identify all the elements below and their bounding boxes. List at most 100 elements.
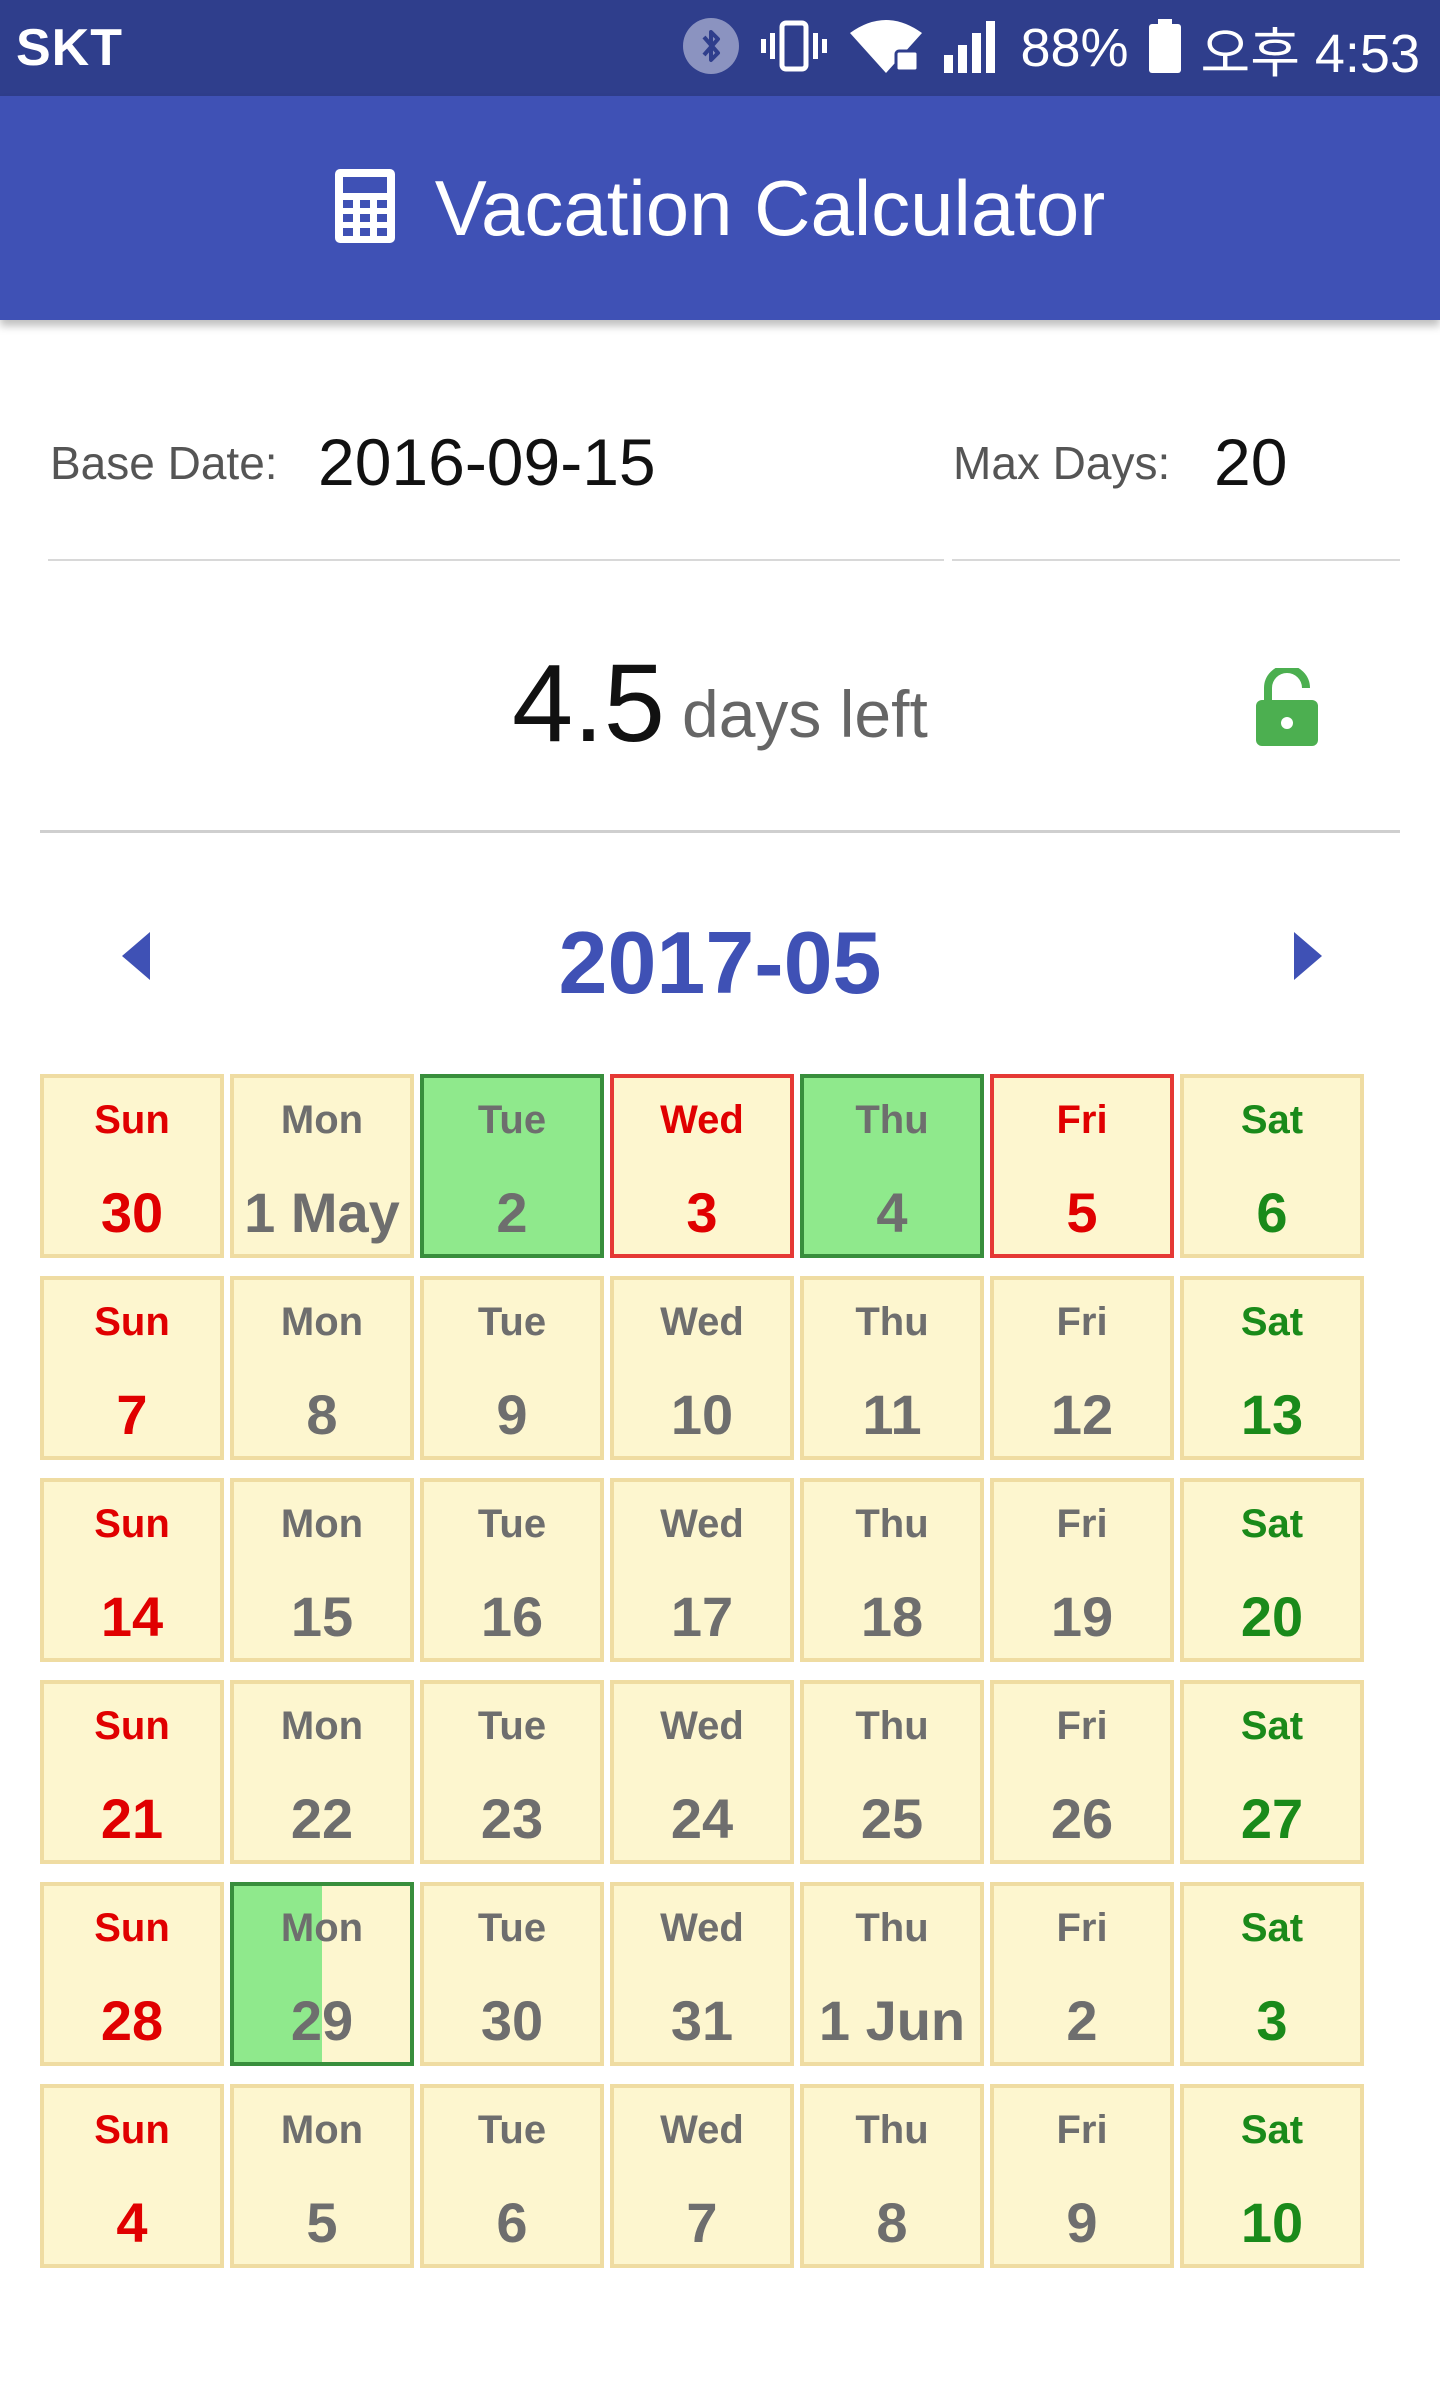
max-days-underline [952, 559, 1400, 561]
calendar-day[interactable]: Sun 30 [40, 1074, 224, 1258]
calendar-day[interactable]: Mon 8 [230, 1276, 414, 1460]
calendar-day[interactable]: Tue 16 [420, 1478, 604, 1662]
calendar-day[interactable]: Fri 9 [990, 2084, 1174, 2268]
month-title: 2017-05 [558, 913, 882, 1012]
day-of-week-label: Wed [660, 1300, 744, 1344]
signal-icon [942, 17, 1002, 80]
calendar-day[interactable]: Sat 20 [1180, 1478, 1364, 1662]
day-of-week-label: Wed [660, 2108, 744, 2152]
day-number: 8 [306, 1383, 338, 1446]
calendar-day[interactable]: Sun 4 [40, 2084, 224, 2268]
day-number: 1 Jun [818, 1989, 966, 2052]
day-number: 20 [1240, 1585, 1304, 1648]
calendar-day[interactable]: Sun 7 [40, 1276, 224, 1460]
next-month-button[interactable] [1276, 926, 1336, 986]
day-of-week-label: Tue [477, 1906, 547, 1950]
day-number: 13 [1240, 1383, 1304, 1446]
day-of-week-label: Thu [855, 1906, 929, 1950]
day-of-week-label: Sun [94, 2108, 170, 2152]
status-bar: SKT 88% 오후 4:53 [0, 0, 1440, 96]
calendar-day[interactable]: Thu 8 [800, 2084, 984, 2268]
day-number: 25 [860, 1787, 924, 1850]
app-bar: Vacation Calculator [0, 96, 1440, 320]
calendar-day[interactable]: Tue 23 [420, 1680, 604, 1864]
max-days-field[interactable]: 20 [1214, 424, 1287, 500]
calendar-day[interactable]: Tue 9 [420, 1276, 604, 1460]
day-of-week-label: Sun [94, 1906, 170, 1950]
calendar-day[interactable]: Fri 2 [990, 1882, 1174, 2066]
day-of-week-label: Fri [1056, 2108, 1108, 2152]
days-left-value: 4.5 [512, 642, 665, 765]
calendar-day[interactable]: Sat 13 [1180, 1276, 1364, 1460]
calendar-day[interactable]: Tue 2 [420, 1074, 604, 1258]
calendar-day[interactable]: Tue 6 [420, 2084, 604, 2268]
calendar-day[interactable]: Sat 10 [1180, 2084, 1364, 2268]
calendar-day[interactable]: Wed 10 [610, 1276, 794, 1460]
calendar-day[interactable]: Mon 5 [230, 2084, 414, 2268]
calendar-day[interactable]: Thu 11 [800, 1276, 984, 1460]
calendar-day[interactable]: Sat 3 [1180, 1882, 1364, 2066]
day-of-week-label: Fri [1056, 1906, 1108, 1950]
day-of-week-label: Mon [280, 1502, 364, 1546]
day-of-week-label: Mon [280, 1300, 364, 1344]
calendar-day[interactable]: Wed 31 [610, 1882, 794, 2066]
day-number: 18 [860, 1585, 924, 1648]
day-of-week-label: Fri [1056, 1098, 1108, 1142]
day-number: 3 [1256, 1989, 1288, 2052]
calendar-day[interactable]: Sun 14 [40, 1478, 224, 1662]
calendar-week: Sun 21 Mon 22 Tue 23 Wed 24 Thu 25 Fri 26 Sat 27 [40, 1680, 1400, 1864]
battery-icon [1147, 17, 1183, 80]
day-of-week-label: Sun [94, 1098, 170, 1142]
day-number: 5 [1066, 1181, 1098, 1244]
day-number: 7 [686, 2191, 718, 2254]
day-of-week-label: Tue [477, 2108, 547, 2152]
calendar-day[interactable]: Mon 15 [230, 1478, 414, 1662]
day-of-week-label: Sat [1240, 1300, 1304, 1344]
calendar-week: Sun 4 Mon 5 Tue 6 Wed 7 Thu 8 Fri 9 Sat 10 [40, 2084, 1400, 2268]
calendar-day[interactable]: Sun 28 [40, 1882, 224, 2066]
calendar-day[interactable]: Fri 5 [990, 1074, 1174, 1258]
day-number: 16 [480, 1585, 544, 1648]
calendar-day[interactable]: Wed 24 [610, 1680, 794, 1864]
calendar-day[interactable]: Fri 26 [990, 1680, 1174, 1864]
unlock-icon[interactable] [1254, 665, 1320, 753]
calendar-day[interactable]: Wed 17 [610, 1478, 794, 1662]
day-number: 15 [290, 1585, 354, 1648]
calendar-day[interactable]: Mon 1 May [230, 1074, 414, 1258]
day-of-week-label: Sat [1240, 1502, 1304, 1546]
day-number: 2 [496, 1181, 528, 1244]
calendar-day[interactable]: Wed 3 [610, 1074, 794, 1258]
day-of-week-label: Thu [855, 1704, 929, 1748]
day-of-week-label: Sat [1240, 1704, 1304, 1748]
calendar-day[interactable]: Wed 7 [610, 2084, 794, 2268]
calculator-icon [334, 168, 395, 248]
day-of-week-label: Fri [1056, 1300, 1108, 1344]
calendar-day[interactable]: Tue 30 [420, 1882, 604, 2066]
day-number: 22 [290, 1787, 354, 1850]
day-number: 6 [496, 2191, 528, 2254]
calendar-day[interactable]: Sat 6 [1180, 1074, 1364, 1258]
calendar-day[interactable]: Fri 19 [990, 1478, 1174, 1662]
day-of-week-label: Wed [660, 1906, 744, 1950]
calendar-day[interactable]: Thu 1 Jun [800, 1882, 984, 2066]
day-number: 31 [670, 1989, 734, 2052]
day-number: 6 [1256, 1181, 1288, 1244]
calendar-day[interactable]: Thu 25 [800, 1680, 984, 1864]
clock: 오후 4:53 [1200, 23, 1420, 84]
day-number: 11 [862, 1383, 922, 1446]
bluetooth-icon [682, 17, 740, 80]
day-of-week-label: Sat [1240, 1906, 1304, 1950]
calendar-day[interactable]: Fri 12 [990, 1276, 1174, 1460]
day-of-week-label: Sat [1240, 2108, 1304, 2152]
day-of-week-label: Thu [855, 2108, 929, 2152]
calendar-day[interactable]: Mon 29 [230, 1882, 414, 2066]
base-date-field[interactable]: 2016-09-15 [318, 424, 656, 500]
day-number: 30 [100, 1181, 164, 1244]
calendar-day[interactable]: Sun 21 [40, 1680, 224, 1864]
calendar-day[interactable]: Sat 27 [1180, 1680, 1364, 1864]
calendar-day[interactable]: Thu 4 [800, 1074, 984, 1258]
day-number: 4 [876, 1181, 908, 1244]
calendar-day[interactable]: Thu 18 [800, 1478, 984, 1662]
calendar-day[interactable]: Mon 22 [230, 1680, 414, 1864]
day-number: 29 [290, 1989, 354, 2052]
